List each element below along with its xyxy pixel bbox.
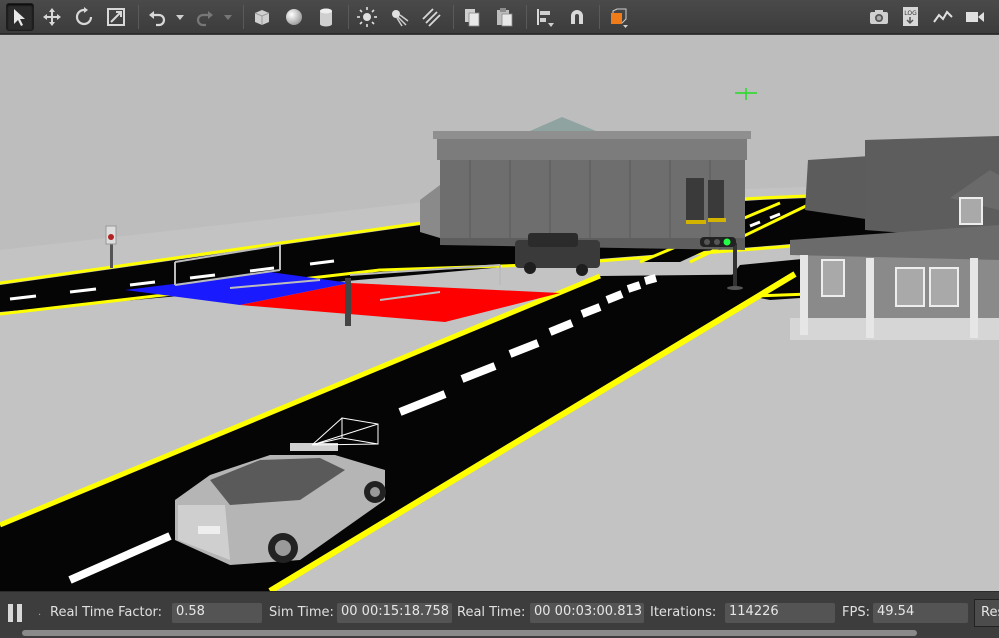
align-icon[interactable] [531,3,559,31]
horizontal-scrollbar[interactable] [22,630,917,636]
record-video-icon[interactable] [961,3,989,31]
directional-light-icon[interactable] [417,3,445,31]
iterations-label: Iterations: [650,605,717,620]
real-time-value: 00 00:03:00.813 [530,603,644,623]
view-angle-icon[interactable] [604,3,632,31]
industrial-building [420,117,751,250]
real-time-factor-value: 0.58 [172,603,262,623]
snap-icon[interactable] [563,3,591,31]
log-icon[interactable]: LOG [897,3,925,31]
toolbar-separator [599,4,600,29]
fps-value: 49.54 [873,603,968,623]
toolbar-separator [453,4,454,29]
real-time-label: Real Time: [457,605,526,620]
scale-icon[interactable] [102,3,130,31]
plot-icon[interactable] [929,3,957,31]
status-separator-dot: . [38,607,42,618]
sim-time-label: Sim Time: [269,605,334,620]
undo-dropdown-icon[interactable] [175,3,185,31]
spot-light-icon[interactable] [385,3,413,31]
scene-render [0,35,999,591]
house [790,136,999,340]
box-icon[interactable] [248,3,276,31]
iterations-value: 114226 [725,603,835,623]
sim-time-value: 00 00:15:18.758 [337,603,452,623]
toolbar-separator [526,4,527,29]
select-mode-icon[interactable] [6,2,34,31]
main-toolbar: LOG [0,0,999,34]
sphere-icon[interactable] [280,3,308,31]
undo-icon[interactable] [143,3,171,31]
translate-icon[interactable] [38,3,66,31]
real-time-factor-label: Real Time Factor: [50,605,163,620]
cylinder-icon[interactable] [312,3,340,31]
reset-time-button[interactable]: Reset Time [974,599,999,627]
status-bar: . Real Time Factor: 0.58 Sim Time: 00 00… [0,591,999,638]
toolbar-separator [348,4,349,29]
paste-icon[interactable] [490,3,518,31]
scene-viewport[interactable] [0,35,999,591]
point-light-icon[interactable] [353,3,381,31]
redo-icon[interactable] [191,3,219,31]
toolbar-right-group: LOG [865,3,993,31]
copy-icon[interactable] [458,3,486,31]
pause-icon[interactable] [8,604,24,622]
log-badge-text: LOG [904,10,917,17]
toolbar-separator [243,4,244,29]
redo-dropdown-icon[interactable] [223,3,233,31]
rotate-icon[interactable] [70,3,98,31]
toolbar-separator [138,4,139,29]
screenshot-icon[interactable] [865,3,893,31]
fps-label: FPS: [842,605,870,620]
